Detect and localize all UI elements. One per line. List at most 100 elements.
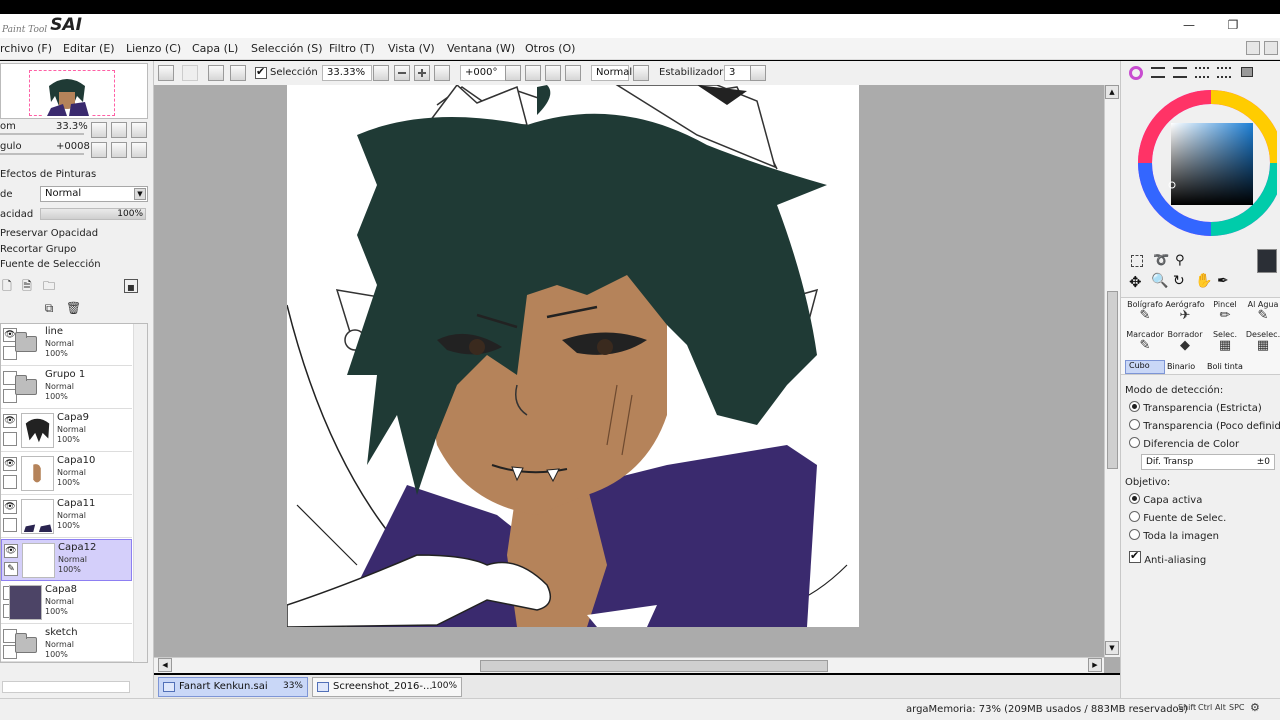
tool-brush[interactable]: Pincel ✏ (1205, 300, 1245, 323)
new-linework-layer-icon[interactable]: 🗎 (20, 279, 34, 293)
minimize-button[interactable]: — (1180, 18, 1198, 32)
tool-select-pen[interactable]: Selec. ▦ (1205, 330, 1245, 353)
visibility-toggle[interactable]: 👁 (3, 500, 17, 514)
view-mode-dropdown-button[interactable] (633, 65, 649, 81)
layer-row-sketch[interactable]: sketch Normal 100% (1, 625, 132, 662)
zoom-field[interactable]: 33.33% (322, 65, 372, 81)
tool-airbrush[interactable]: Aerógrafo ✈ (1165, 300, 1205, 323)
radio-strict[interactable] (1129, 401, 1140, 412)
zoom-dropdown-button[interactable] (373, 65, 389, 81)
target-option-active[interactable]: Capa activa (1129, 493, 1202, 506)
menu-layer[interactable]: Capa (L) (192, 42, 238, 55)
scroll-up-arrow[interactable]: ▲ (1105, 85, 1119, 99)
visibility-toggle[interactable]: 👁 (3, 414, 17, 428)
tool-eraser[interactable]: Borrador ◆ (1165, 330, 1205, 353)
zoom-icon[interactable]: 🔍 (1151, 273, 1168, 289)
maximize-button[interactable]: ❐ (1224, 18, 1242, 32)
artwork-canvas[interactable] (287, 85, 859, 627)
layer-row-capa11[interactable]: 👁 Capa11 Normal 100% (1, 496, 132, 538)
layer-row-capa10[interactable]: 👁 Capa10 Normal 100% (1, 453, 132, 495)
horizontal-scroll-thumb[interactable] (480, 660, 828, 672)
swatches-tab-icon[interactable] (1195, 67, 1209, 78)
visibility-toggle[interactable]: 👁 (3, 457, 17, 471)
opacity-slider[interactable]: 100% (40, 208, 146, 220)
menu-filter[interactable]: Filtro (T) (329, 42, 375, 55)
zoom-reset-button[interactable] (434, 65, 450, 81)
preserve-opacity-option[interactable]: Preservar Opacidad (0, 228, 98, 239)
menu-edit[interactable]: Editar (E) (63, 42, 115, 55)
radio-loose[interactable] (1129, 419, 1140, 430)
new-layer-icon[interactable]: 🗋 (0, 279, 14, 293)
nav-zoom-out-button[interactable] (91, 122, 107, 138)
paint-effects-label[interactable]: Efectos de Pinturas (0, 169, 96, 180)
nav-angle-slider[interactable] (0, 153, 84, 155)
scroll-left-arrow[interactable]: ◀ (158, 658, 172, 672)
nav-zoom-in-button[interactable] (111, 122, 127, 138)
lock-toggle[interactable] (3, 432, 17, 446)
menu-window[interactable]: Ventana (W) (447, 42, 515, 55)
tool-binary[interactable]: Binario (1167, 362, 1195, 371)
color-wheel-tab-icon[interactable] (1129, 66, 1143, 80)
tool-pen[interactable]: Bolígrafo ✎ (1125, 300, 1165, 323)
color-wheel[interactable] (1135, 87, 1277, 239)
dif-transp-slider[interactable]: Dif. Transp ±0 (1141, 454, 1275, 470)
lock-toggle[interactable]: ✎ (4, 562, 18, 576)
select-tool-button[interactable] (158, 65, 174, 81)
blend-mode-select[interactable]: Normal ▼ (40, 186, 148, 202)
layer-row-capa12[interactable]: 👁 ✎ Capa12 Normal 100% (1, 539, 132, 581)
nav-rotate-right-button[interactable] (111, 142, 127, 158)
radio-active-layer[interactable] (1129, 493, 1140, 504)
navigator-preview[interactable] (0, 63, 148, 119)
selection-source-option[interactable]: Fuente de Selección (0, 259, 101, 270)
target-option-whole-image[interactable]: Toda la imagen (1129, 529, 1219, 542)
stabilizer-dropdown-button[interactable] (750, 65, 766, 81)
delete-layer-icon[interactable]: 🗑 (66, 301, 81, 315)
lasso-icon[interactable]: ➰ (1153, 253, 1169, 268)
scratchpad-tab-icon[interactable] (1241, 67, 1253, 77)
lock-toggle[interactable] (3, 475, 17, 489)
tool-marker[interactable]: Marcador ✎ (1125, 330, 1165, 353)
scroll-right-arrow[interactable]: ▶ (1088, 658, 1102, 672)
rotate-icon[interactable]: ↻ (1173, 273, 1185, 289)
radio-selection-source[interactable] (1129, 511, 1140, 522)
menu-selection[interactable]: Selección (S) (251, 42, 323, 55)
canvas-area[interactable]: ▲ ▼ ◀ ▶ (154, 85, 1120, 673)
detect-option-strict[interactable]: Transparencia (Estricta) (1129, 401, 1262, 414)
scroll-down-arrow[interactable]: ▼ (1105, 641, 1119, 655)
menu-others[interactable]: Otros (O) (525, 42, 575, 55)
selection-checkbox[interactable] (255, 65, 267, 79)
eyedropper-icon[interactable]: ✒ (1217, 273, 1229, 289)
antialias-checkbox[interactable] (1129, 549, 1141, 563)
layer-row-capa8[interactable]: Capa8 Normal 100% (1, 582, 132, 624)
radio-color-diff[interactable] (1129, 437, 1140, 448)
tool-ink-pen[interactable]: Boli tinta (1207, 362, 1243, 371)
left-panel-horizontal-scrollbar[interactable] (2, 681, 130, 693)
zoom-actual-button[interactable] (230, 65, 246, 81)
rect-select-icon[interactable] (1131, 255, 1143, 267)
radio-whole-image[interactable] (1129, 529, 1140, 540)
vertical-scroll-thumb[interactable] (1107, 291, 1118, 469)
rotate-right-button[interactable] (545, 65, 561, 81)
layer-row-line[interactable]: 👁 line Normal 100% (1, 324, 132, 366)
rotate-reset-button[interactable] (565, 65, 581, 81)
layer-list-scrollbar[interactable] (133, 324, 147, 662)
merge-layer-icon[interactable]: ⧉ (42, 301, 56, 315)
magic-wand-icon[interactable]: ⚲ (1175, 253, 1185, 268)
nav-rotate-left-button[interactable] (91, 142, 107, 158)
zoom-in-button[interactable] (414, 65, 430, 81)
panel-maximize-button[interactable] (1264, 41, 1278, 55)
tool-bucket[interactable]: Cubo (1125, 360, 1165, 374)
detect-option-loose[interactable]: Transparencia (Poco definida) (1129, 419, 1280, 432)
rgb-slider-tab-icon[interactable] (1151, 67, 1165, 78)
canvas-horizontal-scrollbar[interactable]: ◀ ▶ (154, 657, 1104, 673)
antialias-option[interactable]: Anti-aliasing (1129, 549, 1206, 566)
target-option-selection-source[interactable]: Fuente de Selec. (1129, 511, 1226, 524)
layer-row-grupo-1[interactable]: Grupo 1 Normal 100% (1, 367, 132, 409)
rotate-left-button[interactable] (525, 65, 541, 81)
zoom-fit-button[interactable] (208, 65, 224, 81)
visibility-toggle[interactable]: 👁 (4, 544, 18, 558)
tool-watercolor[interactable]: Al Agua ✎ (1243, 300, 1280, 323)
angle-field[interactable]: +000° (460, 65, 510, 81)
nav-zoom-slider[interactable] (0, 133, 84, 135)
detect-option-color-diff[interactable]: Diferencia de Color (1129, 437, 1239, 450)
